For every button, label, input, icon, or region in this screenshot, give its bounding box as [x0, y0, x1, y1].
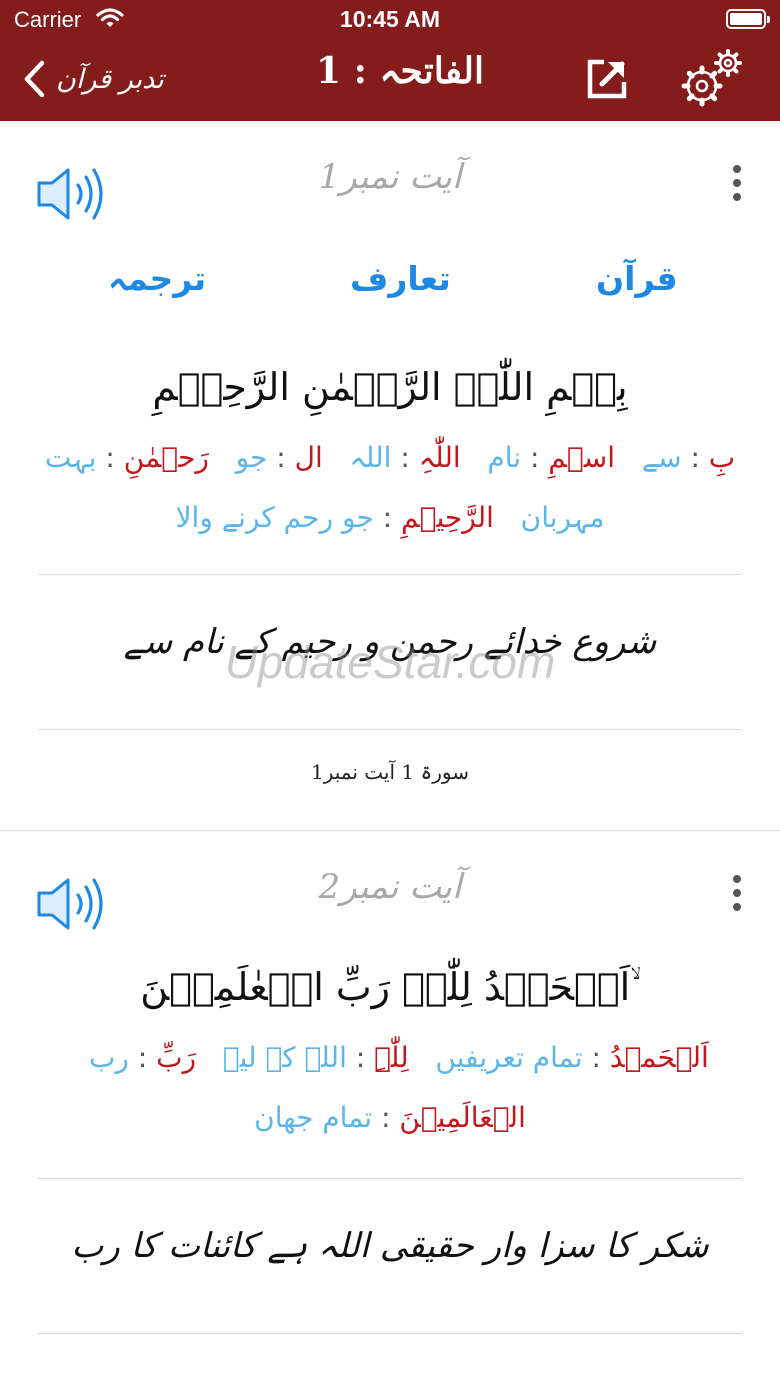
word-meaning: اللہ کے لیے [222, 1041, 347, 1075]
word-meaning: نام [487, 441, 522, 475]
arabic-verse: بِسۡمِ اللّٰہِ الرَّحۡمٰنِ الرَّحِیۡمِ [152, 365, 628, 409]
verse-reference: سورۃ 1 آیت نمبر1 [311, 760, 469, 785]
verse-translation: شکر کا سزا وار حقیقی اللہ ہے کائنات کا ر… [0, 1179, 780, 1333]
verse-translation: شروع خدائے رحمن و رحیم کے نام سے UpdateS… [0, 575, 780, 729]
settings-gear-icon[interactable] [676, 46, 746, 110]
back-button[interactable]: تدبر قرآن [22, 57, 164, 101]
share-button[interactable] [586, 58, 628, 100]
verse-header: آیت نمبر1 [0, 121, 780, 251]
word-arabic: بِ [708, 441, 736, 475]
word-arabic: اَلۡحَمۡدُ [609, 1041, 709, 1075]
word-arabic: اسۡمِ [548, 441, 615, 475]
page-title: الفاتحہ : 1 [316, 50, 484, 92]
word-meaning: تمام تعریفیں [435, 1041, 583, 1075]
more-options-button[interactable] [730, 165, 744, 205]
word-meaning: تمام جھان [254, 1101, 373, 1135]
chevron-left-icon [24, 60, 45, 98]
translation-text: شروع خدائے رحمن و رحیم کے نام سے [123, 622, 657, 663]
word-by-word: اَلۡحَمۡدُ : تمام تعریفیں لِلّٰہِ : اللہ… [89, 1041, 709, 1135]
word-arabic: رَحۡمٰنِ [123, 441, 209, 475]
word-meaning: رب [89, 1041, 129, 1075]
word-by-word: بِ : سے اسۡمِ : نام اللّٰہِ : اللہ ال : … [44, 441, 736, 535]
verse-header: آیت نمبر2 [0, 831, 780, 961]
word-arabic: رَبِّ [156, 1041, 197, 1075]
divider [38, 1333, 742, 1335]
status-bar: Carrier 10:45 AM [0, 0, 780, 40]
word-arabic: ال [294, 441, 323, 475]
verse-list: آیت نمبر1 قرآن تعارف ترجمہ بِسۡمِ اللّٰہ… [0, 121, 780, 1335]
status-time: 10:45 AM [339, 6, 441, 32]
tab-quran[interactable]: قرآن [596, 259, 678, 298]
word-arabic: اللّٰہِ [418, 441, 461, 475]
battery-icon [726, 9, 770, 29]
tab-taaruf[interactable]: تعارف [350, 259, 451, 298]
word-arabic: الۡعَالَمِیۡنَ [399, 1101, 526, 1135]
translation-text: شکر کا سزا وار حقیقی اللہ ہے کائنات کا ر… [71, 1226, 709, 1267]
arabic-verse: اَلۡحَمۡدُ لِلّٰہِ رَبِّ الۡعٰلَمِیۡنَ ۙ [140, 965, 640, 1010]
word-arabic: الرَّحِیۡمِ [401, 501, 494, 535]
back-label: تدبر قرآن [56, 63, 164, 95]
word-meaning: جو رحم کرنے والا [175, 501, 374, 535]
verse-tabs: قرآن تعارف ترجمہ [0, 251, 780, 341]
nav-bar: Carrier 10:45 AM تدبر قرآن الفاتحہ : 1 [0, 0, 780, 121]
word-arabic: لِلّٰہِ [374, 1041, 409, 1075]
word-meaning: جو [235, 441, 268, 475]
more-options-button[interactable] [730, 875, 744, 915]
tab-tarjuma[interactable]: ترجمہ [108, 259, 206, 298]
word-meaning: اللہ [349, 441, 392, 475]
word-meaning: سے [641, 441, 682, 475]
verse-number: آیت نمبر2 [318, 867, 462, 908]
verse-number: آیت نمبر1 [318, 157, 462, 197]
